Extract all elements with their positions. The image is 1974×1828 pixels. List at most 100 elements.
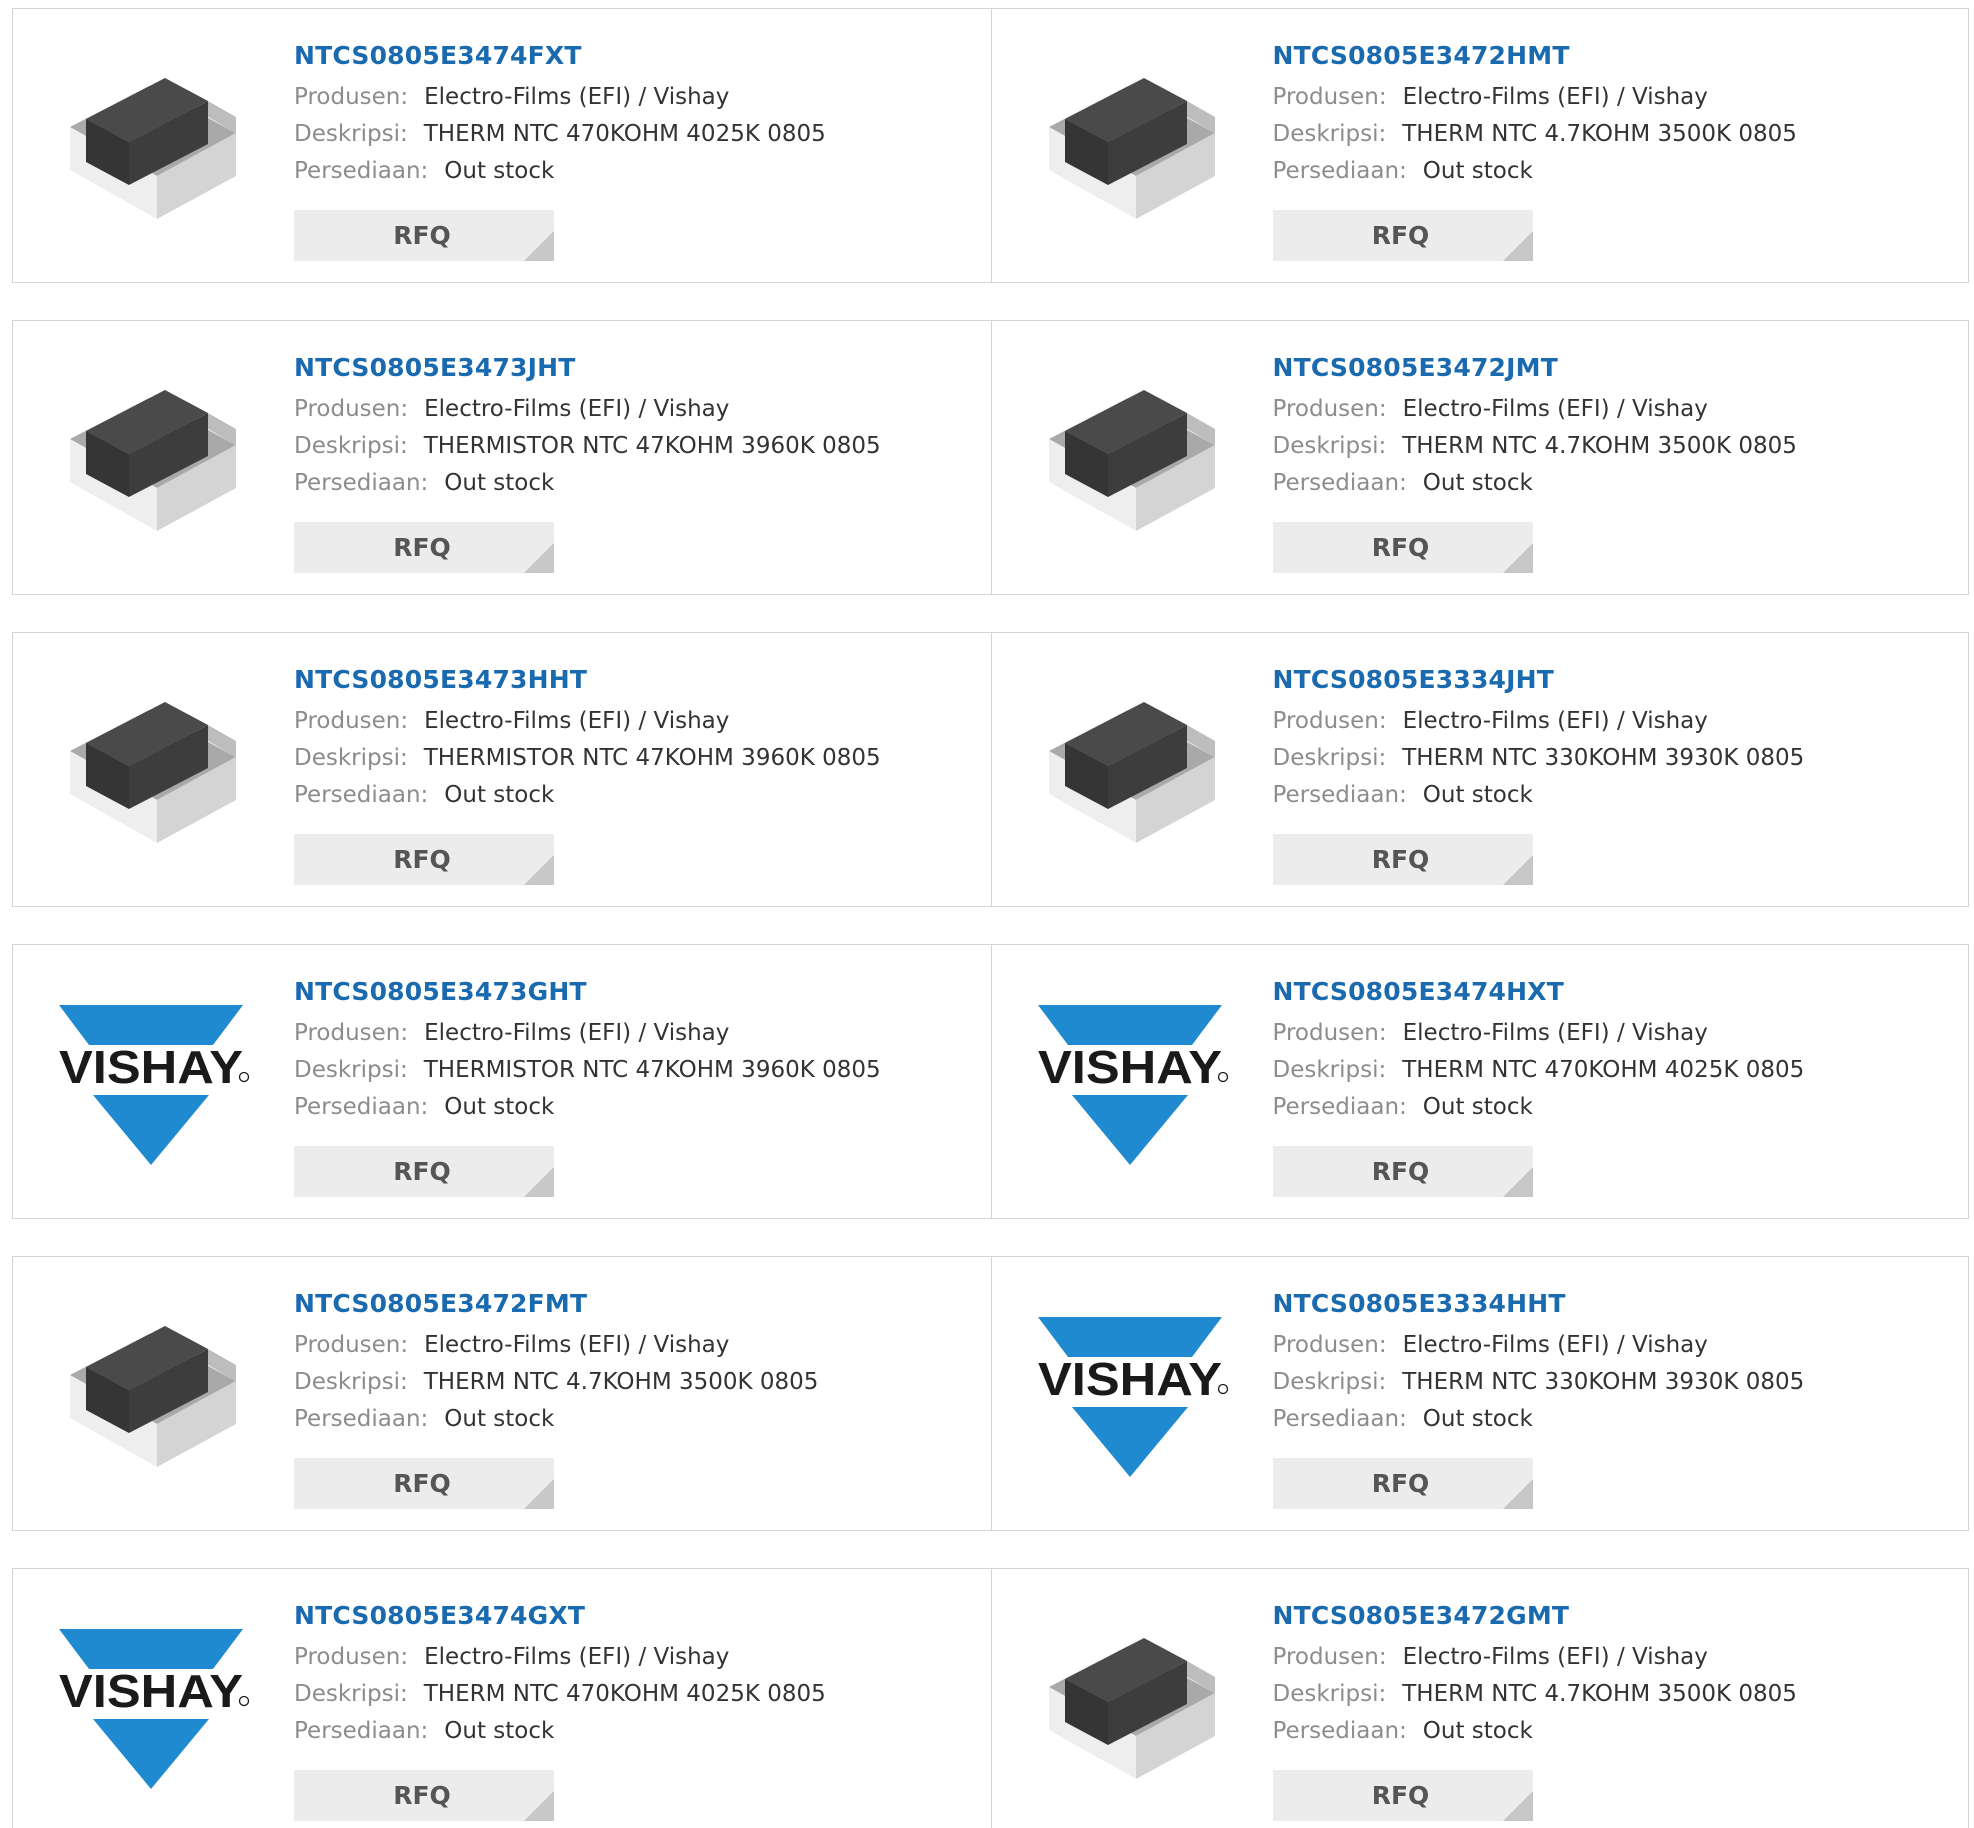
vishay-logo-icon: VISHAY <box>1037 1005 1228 1165</box>
product-row: NTCS0805E3473JHT Produsen: Electro-Films … <box>12 320 1969 595</box>
rfq-button[interactable]: RFQ <box>294 1770 554 1821</box>
rfq-button[interactable]: RFQ <box>1272 1458 1533 1509</box>
stock-value: Out stock <box>444 1094 555 1120</box>
svg-text:VISHAY: VISHAY <box>59 1665 243 1717</box>
manufacturer-label: Produsen: <box>1272 84 1387 110</box>
product-image[interactable] <box>51 49 251 249</box>
stock-label: Persediaan: <box>1272 158 1407 184</box>
stock-row: Persediaan: Out stock <box>294 1089 981 1126</box>
manufacturer-row: Produsen: Electro-Films (EFI) / Vishay <box>294 391 981 428</box>
description-label: Deskripsi: <box>294 433 408 459</box>
part-number-link[interactable]: NTCS0805E3472JMT <box>1273 351 1959 391</box>
part-number-link[interactable]: NTCS0805E3334HHT <box>1273 1287 1959 1327</box>
corner-fold-icon <box>524 855 554 885</box>
manufacturer-row: Produsen: Electro-Films (EFI) / Vishay <box>1273 1639 1959 1676</box>
product-image[interactable] <box>51 1297 251 1497</box>
rfq-button[interactable]: RFQ <box>1272 1770 1533 1821</box>
manufacturer-label: Produsen: <box>294 708 409 734</box>
manufacturer-row: Produsen: Electro-Films (EFI) / Vishay <box>294 79 981 116</box>
stock-row: Persediaan: Out stock <box>1273 1713 1959 1750</box>
part-number-link[interactable]: NTCS0805E3473JHT <box>294 351 981 391</box>
rfq-button[interactable]: RFQ <box>294 522 554 573</box>
rfq-label: RFQ <box>1371 1469 1430 1498</box>
svg-text:VISHAY: VISHAY <box>59 1041 243 1093</box>
rfq-button[interactable]: RFQ <box>294 834 554 885</box>
manufacturer-label: Produsen: <box>1272 1020 1387 1046</box>
product-card: VISHAY NTCS0805E3474HXT Produsen: Electro… <box>990 945 1969 1218</box>
rfq-button[interactable]: RFQ <box>1272 834 1533 885</box>
description-value: THERM NTC 4.7KOHM 3500K 0805 <box>1402 433 1797 459</box>
rfq-label: RFQ <box>1371 221 1430 250</box>
description-label: Deskripsi: <box>1272 1681 1387 1707</box>
corner-fold-icon <box>524 1167 554 1197</box>
stock-label: Persediaan: <box>294 782 429 808</box>
product-row: NTCS0805E3472FMT Produsen: Electro-Films … <box>12 1256 1969 1531</box>
description-value: THERM NTC 4.7KOHM 3500K 0805 <box>1402 121 1797 147</box>
description-label: Deskripsi: <box>1272 1057 1387 1083</box>
product-card: NTCS0805E3472FMT Produsen: Electro-Films … <box>13 1257 991 1530</box>
corner-fold-icon <box>1502 231 1533 261</box>
rfq-button[interactable]: RFQ <box>294 1458 554 1509</box>
description-label: Deskripsi: <box>294 1057 408 1083</box>
corner-fold-icon <box>1502 1479 1533 1509</box>
svg-text:VISHAY: VISHAY <box>1038 1353 1222 1405</box>
stock-row: Persediaan: Out stock <box>1273 153 1959 190</box>
product-row: NTCS0805E3474FXT Produsen: Electro-Films … <box>12 8 1969 283</box>
corner-fold-icon <box>524 1791 554 1821</box>
rfq-button[interactable]: RFQ <box>1272 210 1533 261</box>
stock-value: Out stock <box>1422 782 1533 808</box>
stock-value: Out stock <box>444 470 555 496</box>
stock-row: Persediaan: Out stock <box>294 1713 981 1750</box>
part-number-link[interactable]: NTCS0805E3334JHT <box>1273 663 1959 703</box>
part-number-link[interactable]: NTCS0805E3472GMT <box>1273 1599 1959 1639</box>
part-number-link[interactable]: NTCS0805E3474GXT <box>294 1599 981 1639</box>
stock-label: Persediaan: <box>294 470 429 496</box>
product-image[interactable] <box>1030 49 1230 249</box>
description-row: Deskripsi: THERM NTC 330KOHM 3930K 0805 <box>1273 1364 1959 1401</box>
manufacturer-value: Electro-Films (EFI) / Vishay <box>1402 1332 1708 1358</box>
corner-fold-icon <box>1502 543 1533 573</box>
chip-component-icon <box>1048 702 1215 843</box>
part-number-link[interactable]: NTCS0805E3474FXT <box>294 39 981 79</box>
rfq-button[interactable]: RFQ <box>1272 522 1533 573</box>
rfq-button[interactable]: RFQ <box>294 210 554 261</box>
manufacturer-value: Electro-Films (EFI) / Vishay <box>1402 708 1708 734</box>
stock-row: Persediaan: Out stock <box>1273 465 1959 502</box>
description-value: THERM NTC 330KOHM 3930K 0805 <box>1402 745 1805 771</box>
product-card: NTCS0805E3334JHT Produsen: Electro-Films … <box>990 633 1969 906</box>
product-image[interactable] <box>51 361 251 561</box>
product-image[interactable]: VISHAY <box>51 985 251 1185</box>
part-number-link[interactable]: NTCS0805E3472FMT <box>294 1287 981 1327</box>
svg-text:VISHAY: VISHAY <box>1038 1041 1222 1093</box>
part-number-link[interactable]: NTCS0805E3473HHT <box>294 663 981 703</box>
description-value: THERMISTOR NTC 47KOHM 3960K 0805 <box>423 433 881 459</box>
product-image[interactable] <box>51 673 251 873</box>
part-number-link[interactable]: NTCS0805E3474HXT <box>1273 975 1959 1015</box>
product-image[interactable]: VISHAY <box>51 1609 251 1809</box>
stock-label: Persediaan: <box>1272 1406 1407 1432</box>
product-image[interactable]: VISHAY <box>1030 985 1230 1185</box>
product-card: NTCS0805E3472JMT Produsen: Electro-Films … <box>990 321 1969 594</box>
product-image[interactable] <box>1030 361 1230 561</box>
description-value: THERMISTOR NTC 47KOHM 3960K 0805 <box>423 745 881 771</box>
part-number-link[interactable]: NTCS0805E3472HMT <box>1273 39 1959 79</box>
stock-value: Out stock <box>1422 1718 1533 1744</box>
description-value: THERM NTC 470KOHM 4025K 0805 <box>1402 1057 1805 1083</box>
rfq-label: RFQ <box>1371 1157 1430 1186</box>
stock-label: Persediaan: <box>294 158 429 184</box>
product-row: VISHAY NTCS0805E3474GXT Produsen: Electro… <box>12 1568 1969 1828</box>
rfq-button[interactable]: RFQ <box>1272 1146 1533 1197</box>
description-value: THERM NTC 4.7KOHM 3500K 0805 <box>1402 1681 1797 1707</box>
product-image[interactable] <box>1030 1609 1230 1809</box>
product-image[interactable] <box>1030 673 1230 873</box>
manufacturer-value: Electro-Films (EFI) / Vishay <box>1402 1644 1708 1670</box>
part-number-link[interactable]: NTCS0805E3473GHT <box>294 975 981 1015</box>
chip-component-icon <box>70 702 236 843</box>
product-card: VISHAY NTCS0805E3473GHT Produsen: Electro… <box>13 945 991 1218</box>
manufacturer-label: Produsen: <box>294 84 409 110</box>
description-value: THERM NTC 4.7KOHM 3500K 0805 <box>423 1369 819 1395</box>
rfq-button[interactable]: RFQ <box>294 1146 554 1197</box>
product-image[interactable]: VISHAY <box>1030 1297 1230 1497</box>
description-row: Deskripsi: THERM NTC 470KOHM 4025K 0805 <box>1273 1052 1959 1089</box>
description-row: Deskripsi: THERMISTOR NTC 47KOHM 3960K 08… <box>294 1052 981 1089</box>
